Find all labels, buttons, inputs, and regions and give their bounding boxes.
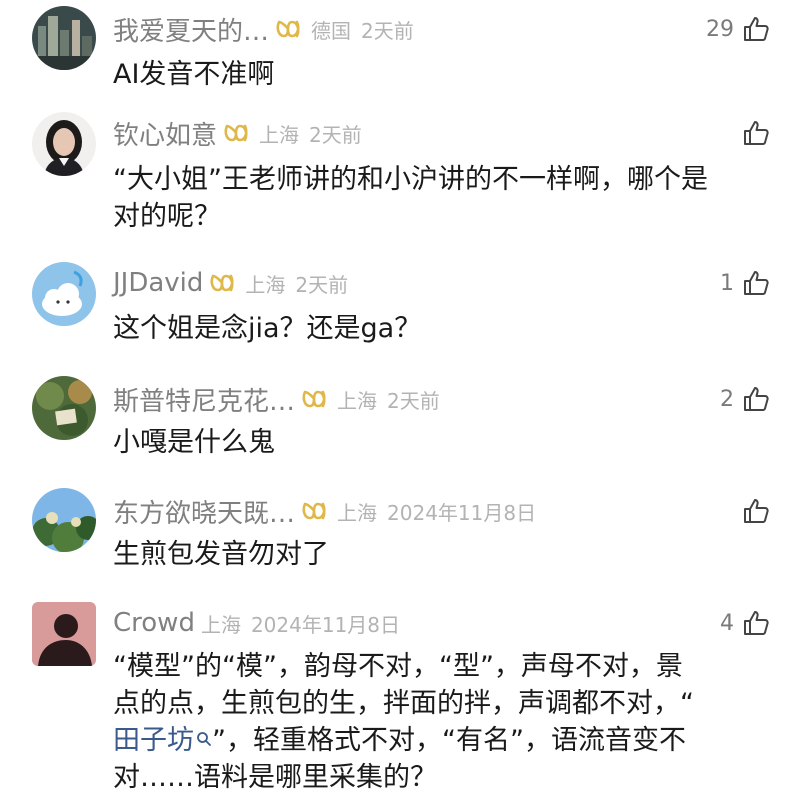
gold-link-badge-icon <box>209 272 235 294</box>
location: 上海 <box>337 500 378 525</box>
comment-item: 钦心如意 上海 2天前 “大小姐”王老师讲的和小沪讲的不一样啊，哪个是 对的呢？ <box>0 110 800 252</box>
like-button[interactable]: 4 <box>720 606 770 640</box>
avatar[interactable] <box>32 112 96 176</box>
like-button[interactable]: 2 <box>720 382 770 416</box>
location: 上海 <box>245 272 286 297</box>
comment-item: 我爱夏天的… 德国 2天前 29 AI发音不准啊 <box>0 0 800 110</box>
comment-text: AI发音不准啊 <box>113 59 275 90</box>
like-button[interactable] <box>734 494 770 528</box>
gold-link-badge-icon <box>275 18 301 40</box>
username[interactable]: 东方欲晓天既… <box>113 493 295 530</box>
thumbs-up-icon <box>744 499 769 523</box>
like-count: 29 <box>706 16 734 42</box>
like-button[interactable]: 29 <box>706 12 770 46</box>
comment-meta: 东方欲晓天既… 上海 2024年11月8日 <box>113 493 537 530</box>
comment-text-line: “大小姐”王老师讲的和小沪讲的不一样啊，哪个是 <box>113 164 708 195</box>
comment-meta: 我爱夏天的… 德国 2天前 <box>113 11 414 48</box>
username[interactable]: Crowd <box>113 608 195 638</box>
comment-text: 生煎包发音勿对了 <box>113 539 329 570</box>
thumbs-up-icon <box>744 121 769 145</box>
thumbs-up-icon <box>744 271 769 295</box>
comment-text-line: 对的呢？ <box>113 201 221 232</box>
comment-text-line: “模型”的“模”，韵母不对，“型”，声母不对，景 <box>113 651 683 682</box>
gold-link-badge-icon <box>301 500 327 522</box>
avatar[interactable] <box>32 6 96 70</box>
avatar[interactable] <box>32 602 96 666</box>
like-button[interactable]: 1 <box>720 266 770 300</box>
like-button[interactable] <box>734 116 770 150</box>
username[interactable]: JJDavid <box>113 268 203 298</box>
timestamp: 2天前 <box>361 18 414 43</box>
comment-item: JJDavid 上海 2天前 1 这个姐是念jia？还是ga？ <box>0 252 800 362</box>
comment-text: 这个姐是念jia？还是ga？ <box>113 313 422 344</box>
thumbs-up-icon <box>744 611 769 635</box>
username[interactable]: 钦心如意 <box>113 115 217 152</box>
username[interactable]: 我爱夏天的… <box>113 11 269 48</box>
thumbs-up-icon <box>744 387 769 411</box>
comment-meta: 钦心如意 上海 2天前 <box>113 115 362 152</box>
comment-text-line: 对……语料是哪里采集的？ <box>113 762 437 793</box>
comment-item: Crowd 上海 2024年11月8日 4 “模型”的“模”，韵母不对，“型”，… <box>0 590 800 809</box>
avatar[interactable] <box>32 262 96 326</box>
search-icon <box>197 732 211 746</box>
comment-meta: Crowd 上海 2024年11月8日 <box>113 606 400 640</box>
avatar[interactable] <box>32 376 96 440</box>
location: 德国 <box>311 18 352 43</box>
gold-link-badge-icon <box>223 122 249 144</box>
comment-text: “模型”的“模”，韵母不对，“型”，声母不对，景 点的点，生煎包的生，拌面的拌，… <box>113 648 773 796</box>
timestamp: 2天前 <box>309 122 362 147</box>
comment-meta: JJDavid 上海 2天前 <box>113 266 348 300</box>
username[interactable]: 斯普特尼克花… <box>113 381 295 418</box>
like-count: 1 <box>720 270 734 296</box>
location: 上海 <box>259 122 300 147</box>
comment-item: 斯普特尼克花… 上海 2天前 2 小嘎是什么鬼 <box>0 362 800 474</box>
like-count: 2 <box>720 386 734 412</box>
timestamp: 2天前 <box>295 272 349 297</box>
timestamp: 2天前 <box>387 388 440 413</box>
comment-meta: 斯普特尼克花… 上海 2天前 <box>113 381 440 418</box>
comment-text: 小嘎是什么鬼 <box>113 427 275 458</box>
location: 上海 <box>200 612 241 637</box>
topic-link[interactable]: 田子坊 <box>113 725 212 756</box>
gold-link-badge-icon <box>301 388 327 410</box>
like-count: 4 <box>720 610 734 636</box>
comment-text-line: 田子坊 ”，轻重格式不对，“有名”，语流音变不 <box>113 725 686 756</box>
comment-text-line: 点的点，生煎包的生，拌面的拌，声调都不对，“ <box>113 688 694 719</box>
timestamp: 2024年11月8日 <box>387 500 537 525</box>
avatar[interactable] <box>32 488 96 552</box>
thumbs-up-icon <box>744 17 769 41</box>
comment-text: “大小姐”王老师讲的和小沪讲的不一样啊，哪个是 对的呢？ <box>113 161 773 235</box>
timestamp: 2024年11月8日 <box>250 612 401 637</box>
comment-item: 东方欲晓天既… 上海 2024年11月8日 生煎包发音勿对了 <box>0 474 800 590</box>
location: 上海 <box>337 388 378 413</box>
